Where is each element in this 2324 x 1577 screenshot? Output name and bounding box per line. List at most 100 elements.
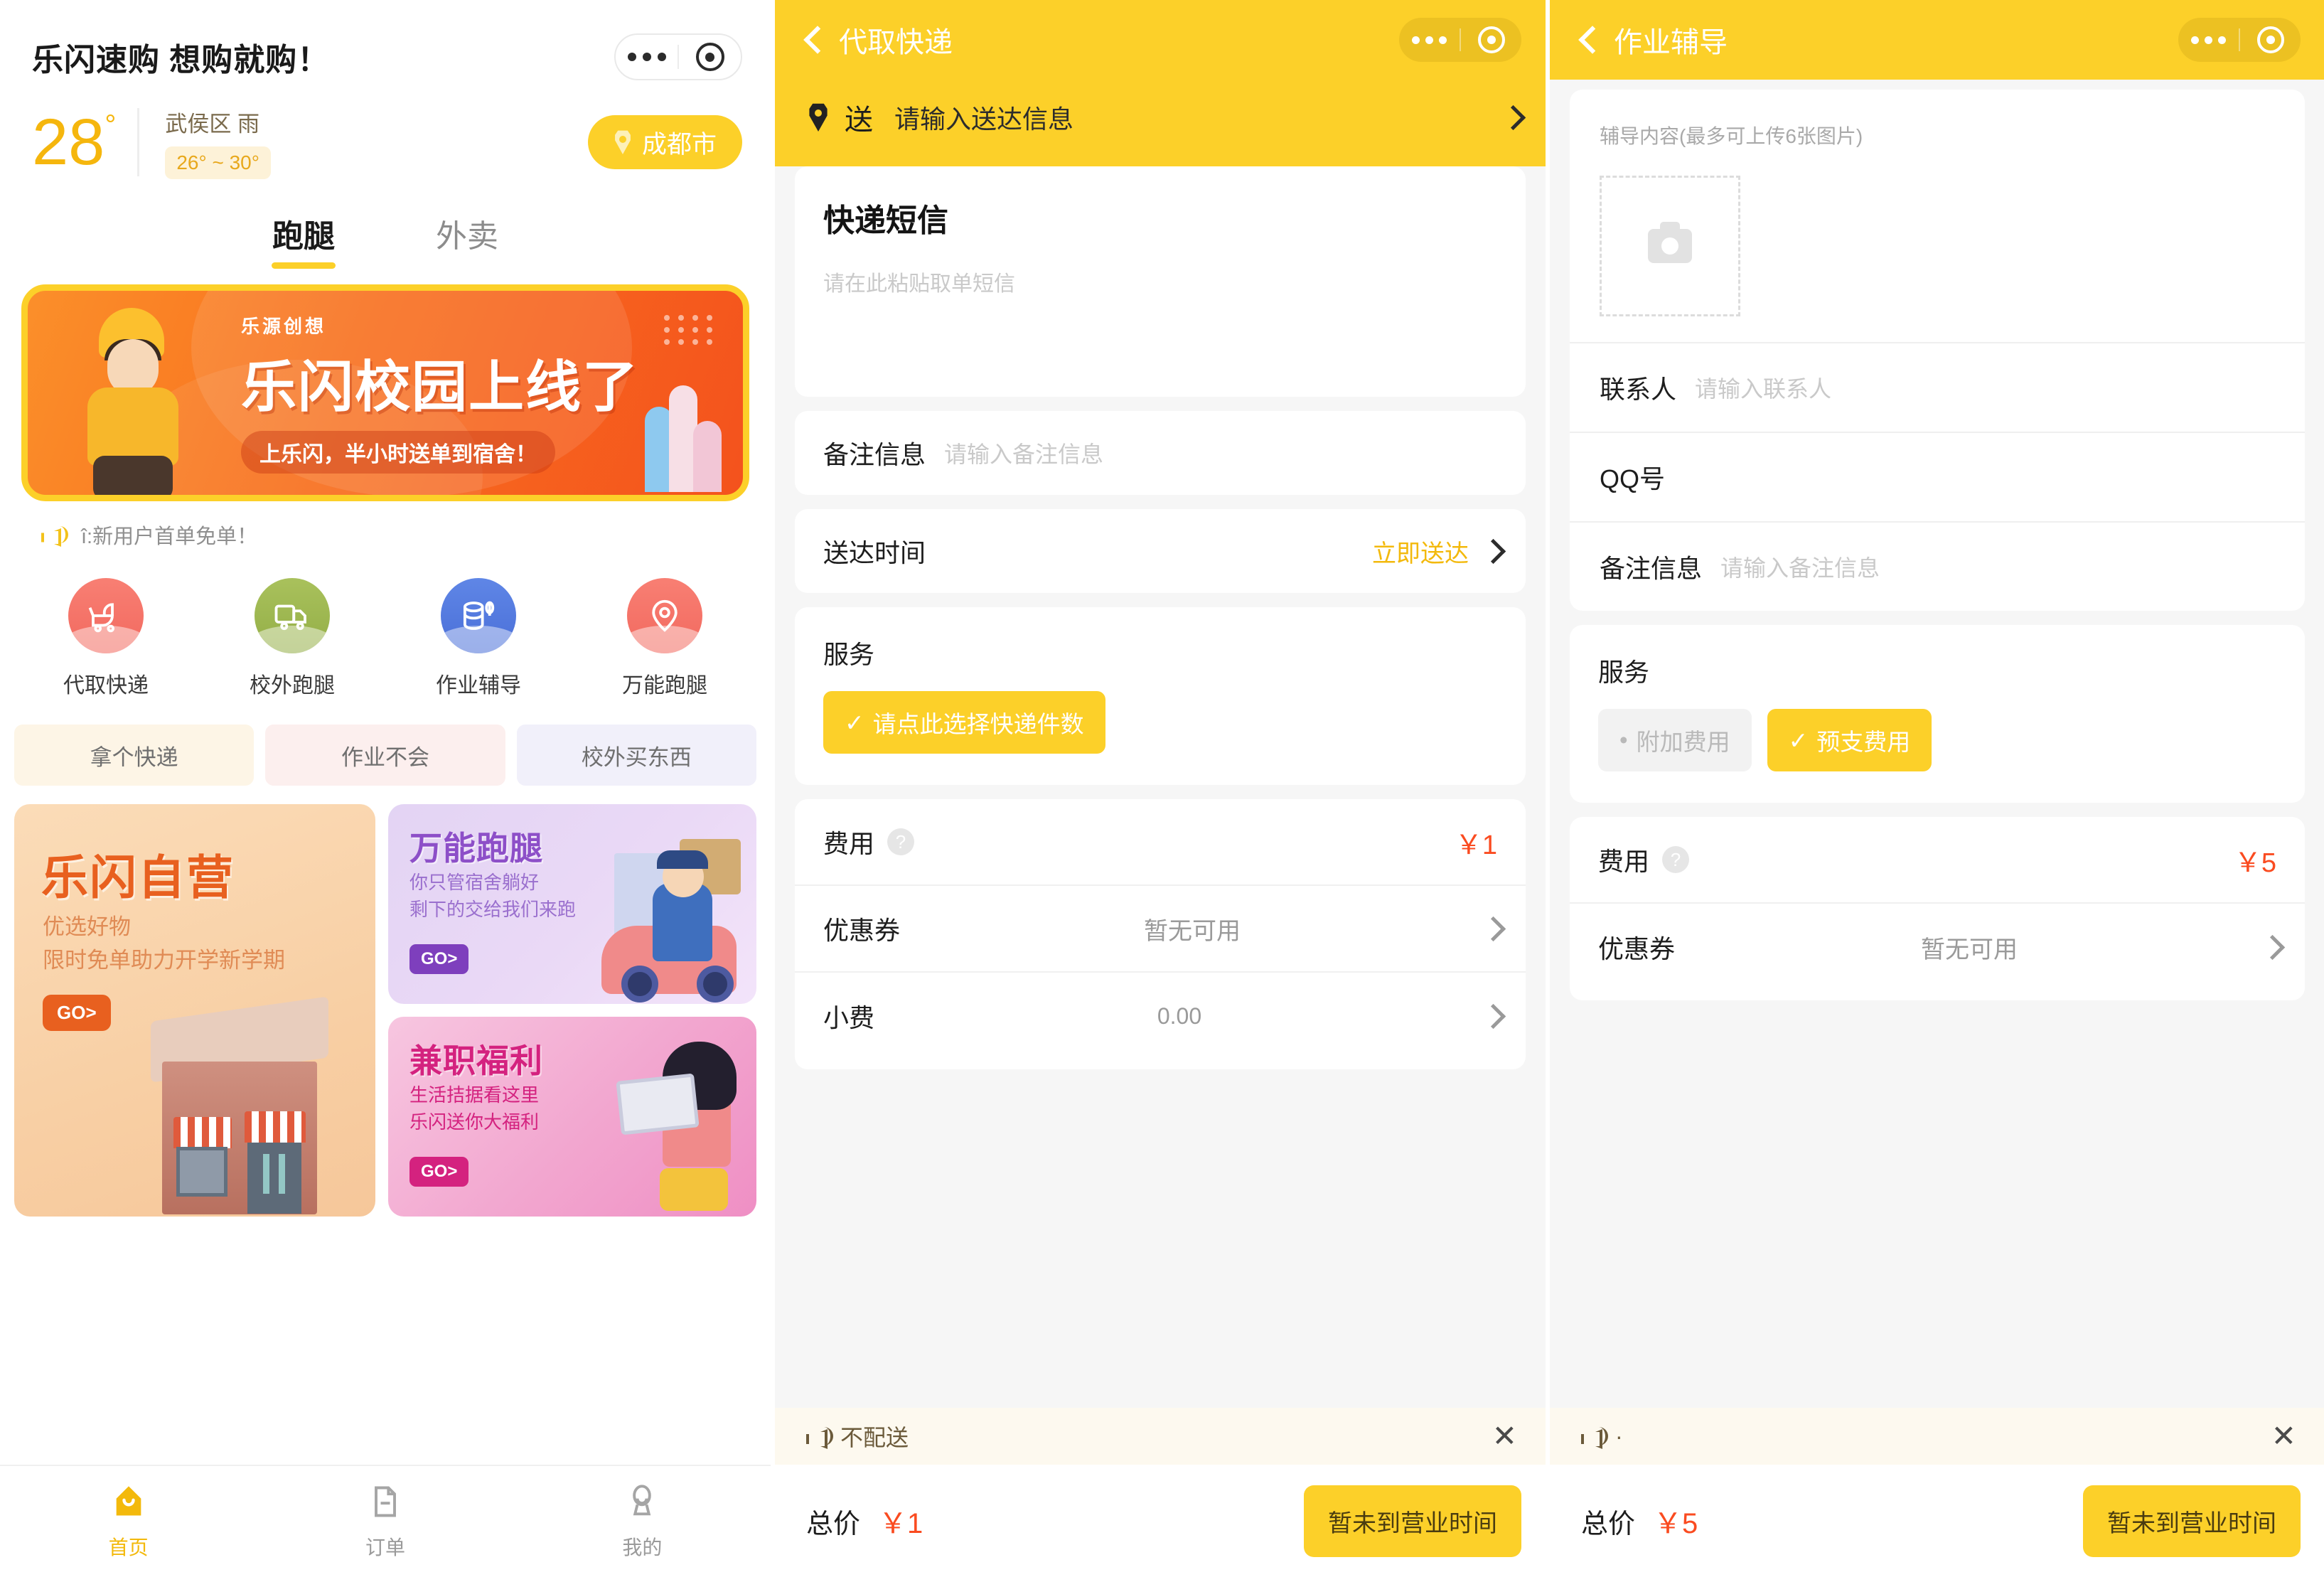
wechat-capsule[interactable] — [1399, 18, 1521, 62]
announcement-bar[interactable]: î:新用户首单免单！ — [0, 501, 771, 550]
close-icon[interactable]: ✕ — [2271, 1421, 2296, 1451]
prepay-fee-label: 预支费用 — [1816, 729, 1911, 755]
delivery-time-value: 立即送达 — [1372, 540, 1469, 567]
submit-order-button[interactable]: 暂未到营业时间 — [2083, 1485, 2301, 1557]
tab-paotui[interactable]: 跑腿 — [222, 210, 385, 269]
total-label: 总价 — [1581, 1509, 1636, 1539]
total-label: 总价 — [806, 1509, 861, 1539]
image-upload-box[interactable] — [1600, 176, 1740, 316]
submit-order-button[interactable]: 暂未到营业时间 — [1304, 1485, 1521, 1557]
coupon-value: 暂无可用 — [1921, 936, 2018, 963]
more-menu-icon[interactable] — [616, 53, 678, 61]
nav-title: 代取快递 — [839, 27, 953, 58]
contact-input[interactable]: 请输入联系人 — [1695, 371, 1831, 404]
chip-xiaowai-mai-dongxi[interactable]: 校外买东西 — [516, 725, 756, 786]
chevron-right-icon — [1504, 106, 1517, 129]
help-icon[interactable]: ? — [1662, 846, 1690, 873]
weather-widget: 28 ° 武侯区 雨 26° ~ 30° 成都市 — [0, 85, 771, 192]
fee-row-tip[interactable]: 小费 0.00 — [795, 973, 1526, 1059]
more-menu-icon[interactable] — [1399, 36, 1460, 44]
tabbar-item-home[interactable]: 首页 — [0, 1466, 257, 1577]
promo-lines: 优选好物 限时免单助力开学新学期 — [43, 911, 285, 977]
address-placeholder: 请输入送达信息 — [894, 105, 1074, 134]
service-item-label: 万能跑腿 — [622, 674, 707, 697]
home-screen: 乐闪速购 想购就购！ 28 ° 武侯区 雨 26° ~ 30° 成都市 跑腿 外… — [0, 0, 775, 1577]
contact-row[interactable]: 联系人 请输入联系人 — [1570, 342, 2305, 432]
promo-card-jianzhi[interactable]: 兼职福利 生活拮据看这里 乐闪送你大福利 GO> — [388, 1017, 756, 1217]
chip-zuoye-buhui[interactable]: 作业不会 — [265, 725, 505, 786]
tabbar-label: 我的 — [622, 1536, 663, 1559]
sms-input[interactable]: 请在此粘贴取单短信 — [795, 240, 1526, 397]
service-item-wanneng[interactable]: 万能跑腿 — [572, 578, 758, 699]
tutoring-form-card: 辅导内容(最多可上传6张图片) 联系人 请输入联系人 QQ号 备注信息 请输入备… — [1570, 90, 2305, 611]
remark-label: 备注信息 — [1600, 554, 1703, 583]
fee-label: 费用 — [823, 829, 875, 858]
prepay-fee-button[interactable]: ✓ 预支费用 — [1767, 709, 1932, 771]
promo-card-wanneng[interactable]: 万能跑腿 你只管宿舍躺好 剩下的交给我们来跑 GO> — [388, 804, 756, 1004]
fee-row-cost: 费用 ? ￥1 — [795, 799, 1526, 886]
close-icon[interactable]: ✕ — [1492, 1421, 1517, 1451]
more-menu-icon[interactable] — [2178, 36, 2239, 44]
tabbar-label: 订单 — [365, 1536, 405, 1559]
extra-fee-button[interactable]: • 附加费用 — [1598, 709, 1752, 771]
promo-go-button[interactable]: GO> — [43, 995, 111, 1031]
rider-illustration — [72, 308, 200, 495]
service-item-label: 代取快递 — [63, 674, 149, 697]
remark-label: 备注信息 — [823, 440, 926, 469]
sms-title: 快递短信 — [823, 203, 948, 238]
home-icon — [110, 1483, 147, 1524]
wechat-capsule[interactable] — [614, 33, 742, 80]
service-item-zuoye[interactable]: 作业辅导 — [385, 578, 572, 699]
wechat-capsule[interactable] — [2178, 18, 2301, 62]
tabbar-label: 首页 — [108, 1536, 149, 1559]
promo-go-button[interactable]: GO> — [409, 1157, 469, 1187]
promo-title: 兼职福利 — [409, 1042, 543, 1079]
city-selector-button[interactable]: 成都市 — [587, 115, 742, 169]
bottom-notice-text: · — [1615, 1423, 1623, 1449]
laptop-girl-illustration — [543, 1032, 756, 1217]
chip-na-ge-kuaidi[interactable]: 拿个快递 — [14, 725, 255, 786]
upload-title-main: 辅导内容 — [1600, 125, 1680, 147]
fee-row-coupon[interactable]: 优惠券 暂无可用 — [795, 886, 1526, 973]
qq-label: QQ号 — [1600, 464, 1666, 493]
help-icon[interactable]: ? — [887, 828, 915, 855]
select-parcel-count-button[interactable]: ✓ 请点此选择快递件数 — [823, 691, 1105, 754]
promo-banner[interactable]: 乐源创想 乐闪校园上线了 上乐闪，半小时送单到宿舍！ — [21, 284, 749, 501]
close-miniprogram-icon[interactable] — [1461, 26, 1521, 53]
delivery-time-row[interactable]: 送达时间 立即送达 — [795, 509, 1526, 593]
back-icon[interactable] — [1580, 26, 1595, 53]
qq-row[interactable]: QQ号 — [1570, 432, 2305, 521]
back-icon[interactable] — [805, 26, 820, 53]
fee-row-cost: 费用 ? ￥5 — [1570, 817, 2305, 904]
banner-text: 乐源创想 乐闪校园上线了 上乐闪，半小时送单到宿舍！ — [241, 312, 639, 474]
fee-label: 费用 — [1598, 847, 1650, 876]
promo-line-2: 剩下的交给我们来跑 — [409, 898, 577, 920]
express-bottom-bar: 不配送 ✕ 总价 ￥1 暂未到营业时间 — [775, 1408, 1546, 1577]
close-miniprogram-icon[interactable] — [679, 43, 741, 71]
banner-brand: 乐源创想 — [241, 316, 327, 337]
total-value: ￥1 — [879, 1508, 923, 1539]
fee-value: ￥1 — [1455, 830, 1497, 860]
fee-row-coupon[interactable]: 优惠券 暂无可用 — [1570, 904, 2305, 990]
remark-input[interactable]: 请输入备注信息 — [1720, 550, 1880, 583]
tutoring-screen: 作业辅导 辅导内容(最多可上传6张图片) 联系人 请输入联系人 QQ号 备注信息… — [1550, 0, 2324, 1577]
service-item-daiqu[interactable]: 代取快递 — [13, 578, 199, 699]
remark-input[interactable]: 请输入备注信息 — [944, 437, 1103, 469]
promo-card-ziying[interactable]: 乐闪自营 优选好物 限时免单助力开学新学期 GO> — [14, 804, 375, 1217]
announcement-text: î:新用户首单免单！ — [81, 525, 258, 548]
tab-waimai[interactable]: 外卖 — [385, 210, 549, 269]
tabbar-item-orders[interactable]: 订单 — [257, 1466, 513, 1577]
order-doc-icon — [367, 1483, 404, 1524]
express-navbar: 代取快递 — [775, 0, 1546, 80]
remark-row[interactable]: 备注信息 请输入备注信息 — [795, 411, 1526, 495]
bottom-notice-text: 不配送 — [840, 1425, 909, 1450]
banner-subline: 上乐闪，半小时送单到宿舍！ — [241, 431, 555, 474]
close-miniprogram-icon[interactable] — [2240, 26, 2301, 53]
service-item-xiaowai[interactable]: 校外跑腿 — [199, 578, 385, 699]
bullet-icon: • — [1619, 727, 1628, 753]
delivery-address-row[interactable]: 送 请输入送达信息 — [775, 80, 1546, 166]
remark-row[interactable]: 备注信息 请输入备注信息 — [1570, 521, 2305, 611]
coupon-label: 优惠券 — [823, 916, 901, 945]
promo-go-button[interactable]: GO> — [409, 944, 469, 974]
tabbar-item-mine[interactable]: 我的 — [514, 1466, 771, 1577]
